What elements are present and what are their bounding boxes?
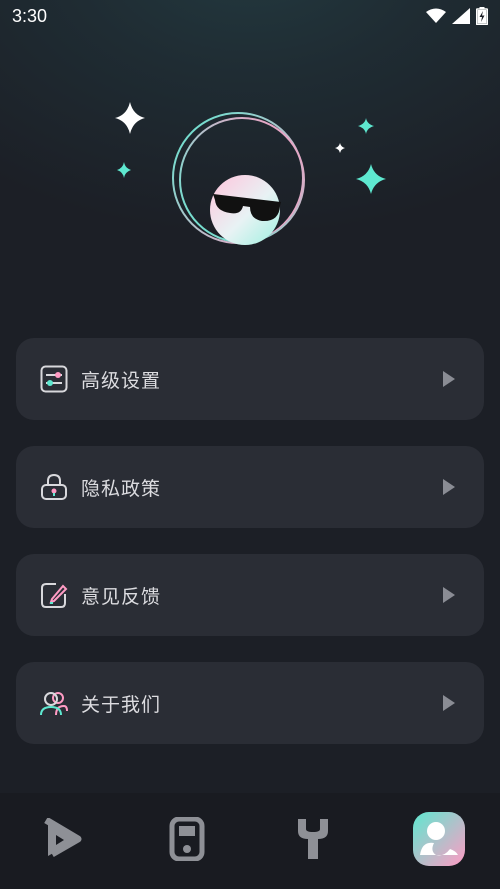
sliders-icon: [40, 365, 68, 393]
sparkle-icon: [335, 143, 345, 153]
chevron-right-icon: [443, 695, 455, 711]
nav-tab-device[interactable]: [159, 811, 215, 867]
chevron-right-icon: [443, 587, 455, 603]
edit-icon: [41, 583, 68, 608]
menu-item-advanced-settings[interactable]: 高级设置: [16, 338, 484, 420]
menu-item-feedback[interactable]: 意见反馈: [16, 554, 484, 636]
menu-item-about-us[interactable]: 关于我们: [16, 662, 484, 744]
signal-icon: [452, 8, 470, 24]
status-bar: 3:30: [0, 0, 500, 34]
lock-icon: [41, 473, 67, 500]
status-icons: [426, 7, 488, 25]
menu-item-label: 高级设置: [81, 370, 162, 392]
sparkle-icon: [117, 162, 131, 178]
menu-item-label: 隐私政策: [81, 478, 162, 500]
nav-tab-tools[interactable]: [285, 811, 341, 867]
nav-tab-play[interactable]: [34, 811, 90, 867]
play-icon: [44, 818, 82, 858]
profile-icon: [413, 812, 465, 866]
status-time: 3:30: [12, 6, 48, 26]
chevron-right-icon: [443, 479, 455, 495]
menu-item-label: 意见反馈: [81, 586, 162, 608]
menu-item-privacy-policy[interactable]: 隐私政策: [16, 446, 484, 528]
phone-icon: [169, 817, 205, 861]
hero-illustration: [0, 90, 500, 270]
sparkle-icon: [356, 164, 386, 194]
chevron-right-icon: [443, 371, 455, 387]
settings-menu: 高级设置 隐私政策 意见反馈 关于我们: [16, 338, 484, 770]
sparkle-icon: [358, 118, 374, 134]
bottom-nav: [0, 793, 500, 889]
menu-item-label: 关于我们: [81, 694, 162, 716]
wifi-icon: [426, 8, 446, 23]
wrench-icon: [298, 819, 328, 859]
battery-charging-icon: [476, 7, 488, 25]
users-icon: [40, 692, 68, 716]
mascot-image: [115, 102, 386, 245]
sparkle-icon: [115, 102, 145, 134]
nav-tab-profile[interactable]: [411, 811, 467, 867]
